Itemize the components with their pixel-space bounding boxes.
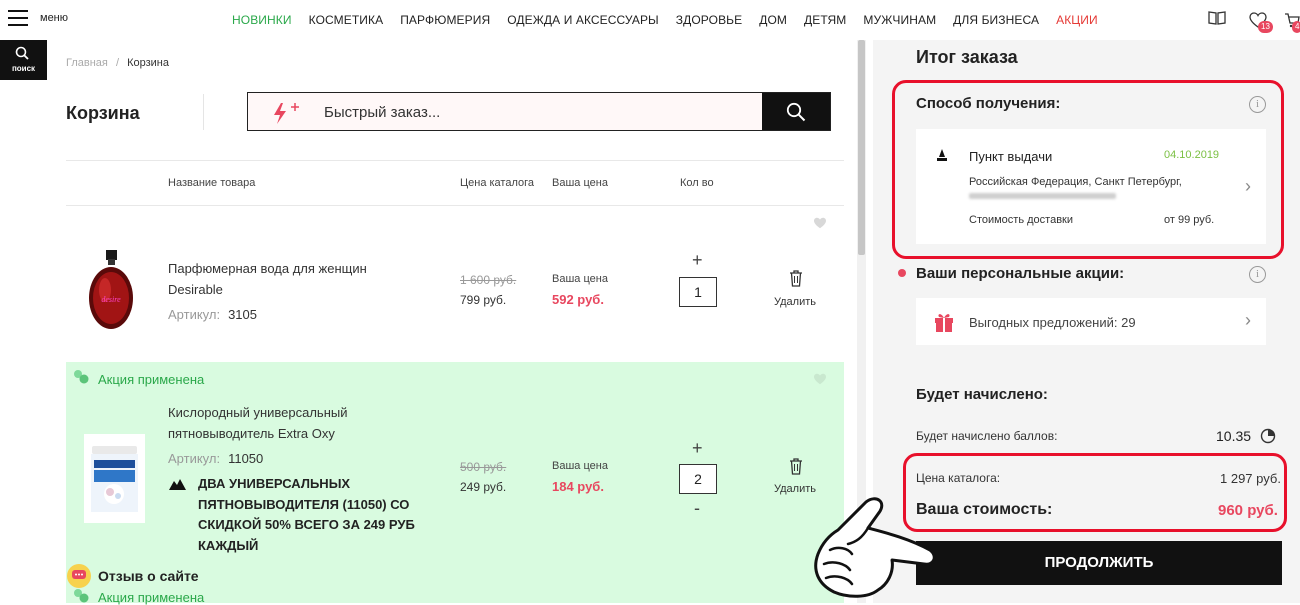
old-price: 500 руб. [460, 460, 507, 474]
highlight-box-delivery [892, 80, 1284, 259]
catalog-book-icon[interactable] [1208, 10, 1226, 26]
promo-description: ДВА УНИВЕРСАЛЬНЫХ ПЯТНОВЫВОДИТЕЛЯ (11050… [198, 476, 415, 553]
product-image-stain-remover[interactable] [84, 434, 145, 523]
search-icon [15, 46, 29, 60]
breadcrumb-current: Корзина [127, 57, 169, 69]
product-name[interactable]: Парфюмерная вода для женщин Desirable [168, 258, 367, 300]
qty-plus-button[interactable]: + [692, 438, 703, 459]
nav-item-clothing[interactable]: ОДЕЖДА И АКСЕССУАРЫ [507, 13, 659, 27]
gift-promo-icon [169, 479, 186, 490]
nav-item-new[interactable]: НОВИНКИ [232, 13, 292, 27]
chevron-right-icon[interactable]: › [1245, 310, 1251, 331]
your-price-label: Ваша цена [552, 273, 608, 285]
favorite-heart-icon[interactable] [813, 373, 827, 385]
product-name-line1: Парфюмерная вода для женщин [168, 261, 367, 276]
quick-order-search-button[interactable] [762, 93, 830, 130]
main-nav: НОВИНКИ КОСМЕТИКА ПАРФЮМЕРИЯ ОДЕЖДА И АКСЕС… [232, 13, 1115, 27]
promo-applied-label: Акция применена [98, 372, 205, 387]
points-label: Будет начислено баллов: [916, 429, 1058, 443]
column-header-your-price: Ваша цена [552, 177, 608, 189]
your-price: 184 руб. [552, 479, 604, 494]
product-article: Артикул: 3105 [168, 307, 257, 322]
product-name-line2: пятновыводитель Extra Oxy [168, 426, 335, 441]
pointing-hand-icon [814, 497, 936, 598]
article-value: 11050 [228, 451, 264, 466]
quick-order-placeholder: Быстрый заказ... [324, 104, 441, 121]
top-header: меню НОВИНКИ КОСМЕТИКА ПАРФЮМЕРИЯ ОДЕЖДА И … [0, 0, 1300, 40]
cart-count-badge: 4 [1292, 21, 1300, 33]
product-name-line2: Desirable [168, 282, 223, 297]
column-header-catalog-price: Цена каталога [460, 177, 535, 189]
gift-icon [935, 314, 953, 332]
nav-item-perfumery[interactable]: ПАРФЮМЕРИЯ [400, 13, 490, 27]
breadcrumb-home[interactable]: Главная [66, 57, 108, 69]
promo-coins-icon [74, 589, 89, 603]
article-value: 3105 [228, 307, 257, 322]
nav-item-business[interactable]: ДЛЯ БИЗНЕСА [953, 13, 1039, 27]
points-value: 10.35 [1216, 428, 1252, 444]
promo-coins-icon [74, 370, 89, 384]
highlight-box-totals [903, 453, 1287, 532]
column-header-name: Название товара [168, 177, 256, 189]
table-header-border [66, 205, 844, 206]
summary-title: Итог заказа [916, 47, 1018, 67]
scrollbar-thumb[interactable] [858, 40, 865, 255]
wishlist-count-badge: 13 [1258, 21, 1273, 33]
search-label: поиск [11, 64, 36, 73]
review-link[interactable]: Отзыв о сайте [98, 568, 199, 584]
product-article: Артикул: 11050 [168, 451, 263, 466]
article-label: Артикул: [168, 307, 221, 322]
article-label: Артикул: [168, 451, 221, 466]
breadcrumb-separator: / [115, 57, 119, 69]
product-name-line1: Кислородный универсальный [168, 405, 348, 420]
notification-dot [898, 269, 906, 277]
nav-item-kids[interactable]: ДЕТЯМ [804, 13, 846, 27]
hamburger-menu-icon[interactable] [8, 10, 28, 26]
breadcrumb: Главная / Корзина [66, 57, 169, 69]
catalog-price: 249 руб. [460, 480, 507, 494]
product-image-perfume[interactable]: desire [86, 250, 136, 332]
qty-plus-button[interactable]: + [692, 250, 703, 271]
search-icon [786, 102, 806, 122]
trash-icon[interactable] [789, 270, 803, 287]
continue-button[interactable]: ПРОДОЛЖИТЬ [916, 541, 1282, 585]
lightning-plus-icon [274, 103, 299, 124]
catalog-price: 799 руб. [460, 293, 507, 307]
nav-item-sales[interactable]: АКЦИИ [1056, 13, 1098, 27]
nav-item-men[interactable]: МУЖЧИНАМ [863, 13, 936, 27]
title-divider [203, 94, 204, 130]
table-top-border [66, 160, 844, 161]
svg-text:desire: desire [101, 295, 121, 304]
side-search-button[interactable]: поиск [0, 40, 47, 80]
info-icon[interactable]: i [1249, 266, 1266, 283]
nav-item-health[interactable]: ЗДОРОВЬЕ [676, 13, 742, 27]
favorite-heart-icon[interactable] [813, 217, 827, 229]
your-price-label: Ваша цена [552, 460, 608, 472]
trash-icon[interactable] [789, 458, 803, 475]
page-title: Корзина [66, 103, 140, 123]
qty-minus-button[interactable]: - [694, 498, 700, 519]
product-name[interactable]: Кислородный универсальный пятновыводител… [168, 402, 348, 444]
your-price: 592 руб. [552, 292, 604, 307]
nav-item-cosmetics[interactable]: КОСМЕТИКА [309, 13, 384, 27]
accrued-title: Будет начислено: [916, 386, 1048, 403]
column-header-qty: Кол во [680, 177, 714, 189]
qty-input[interactable]: 1 [679, 277, 717, 307]
points-pie-icon [1260, 428, 1276, 444]
personal-offers-title: Ваши персональные акции: [916, 265, 1125, 282]
qty-input[interactable]: 2 [679, 464, 717, 494]
offers-count: Выгодных предложений: 29 [969, 315, 1136, 330]
quick-order-field[interactable]: Быстрый заказ... [247, 92, 831, 131]
nav-item-home[interactable]: ДОМ [759, 13, 787, 27]
delete-button[interactable]: Удалить [774, 296, 816, 308]
review-chat-icon[interactable] [66, 563, 92, 589]
old-price: 1 600 руб. [460, 273, 517, 287]
menu-label[interactable]: меню [40, 12, 68, 24]
